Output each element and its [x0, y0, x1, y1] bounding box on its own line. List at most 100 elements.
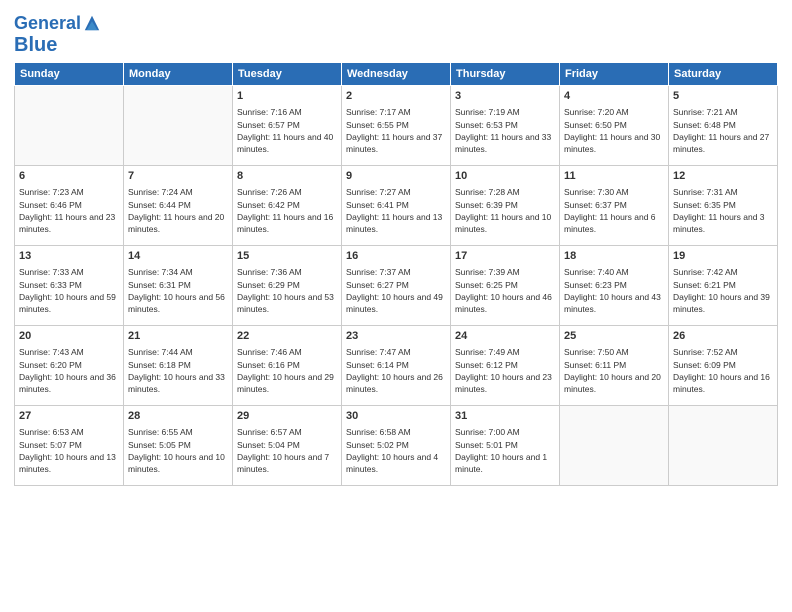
day-number: 4 [564, 89, 664, 104]
day-number: 26 [673, 329, 773, 344]
logo-text-blue: Blue [14, 34, 57, 56]
calendar-cell: 22 Sunrise: 7:46 AM Sunset: 6:16 PM Dayli… [233, 325, 342, 405]
calendar-cell: 26 Sunrise: 7:52 AM Sunset: 6:09 PM Dayli… [669, 325, 778, 405]
day-number: 20 [19, 329, 119, 344]
calendar-cell: 24 Sunrise: 7:49 AM Sunset: 6:12 PM Dayli… [451, 325, 560, 405]
page-container: General Blue SundayMondayTuesdayWednesda… [0, 0, 792, 492]
day-info: Sunrise: 7:20 AM Sunset: 6:50 PM Dayligh… [564, 106, 664, 155]
logo-icon [83, 14, 101, 32]
weekday-header-sunday: Sunday [15, 62, 124, 85]
day-info: Sunrise: 7:28 AM Sunset: 6:39 PM Dayligh… [455, 186, 555, 235]
calendar-cell: 17Sunrise: 7:39 AM Sunset: 6:25 PM Dayli… [451, 245, 560, 325]
weekday-header-row: SundayMondayTuesdayWednesdayThursdayFrid… [15, 62, 778, 85]
calendar-cell: 18 Sunrise: 7:40 AM Sunset: 6:23 PM Dayli… [560, 245, 669, 325]
calendar-cell [15, 85, 124, 165]
day-info: Sunrise: 7:30 AM Sunset: 6:37 PM Dayligh… [564, 186, 664, 235]
weekday-header-saturday: Saturday [669, 62, 778, 85]
day-info: Sunrise: 6:58 AM Sunset: 5:02 PM Dayligh… [346, 426, 446, 475]
day-info: Sunrise: 7:26 AM Sunset: 6:42 PM Dayligh… [237, 186, 337, 235]
page-header: General Blue [14, 10, 778, 56]
day-info: Sunrise: 7:39 AM Sunset: 6:25 PM Dayligh… [455, 266, 555, 315]
calendar-cell: 13 Sunrise: 7:33 AM Sunset: 6:33 PM Dayli… [15, 245, 124, 325]
calendar-cell: 29 Sunrise: 6:57 AM Sunset: 5:04 PM Dayli… [233, 405, 342, 485]
calendar-cell: 27 Sunrise: 6:53 AM Sunset: 5:07 PM Dayli… [15, 405, 124, 485]
calendar-cell: 31Sunrise: 7:00 AM Sunset: 5:01 PM Dayli… [451, 405, 560, 485]
day-number: 12 [673, 169, 773, 184]
calendar-cell: 23 Sunrise: 7:47 AM Sunset: 6:14 PM Dayli… [342, 325, 451, 405]
weekday-header-tuesday: Tuesday [233, 62, 342, 85]
weekday-header-friday: Friday [560, 62, 669, 85]
calendar-cell [124, 85, 233, 165]
calendar-cell: 30Sunrise: 6:58 AM Sunset: 5:02 PM Dayli… [342, 405, 451, 485]
calendar-cell: 8 Sunrise: 7:26 AM Sunset: 6:42 PM Daylig… [233, 165, 342, 245]
calendar-cell: 14 Sunrise: 7:34 AM Sunset: 6:31 PM Dayli… [124, 245, 233, 325]
day-number: 10 [455, 169, 555, 184]
day-info: Sunrise: 7:44 AM Sunset: 6:18 PM Dayligh… [128, 346, 228, 395]
day-number: 7 [128, 169, 228, 184]
day-number: 18 [564, 249, 664, 264]
day-number: 24 [455, 329, 555, 344]
calendar-cell: 21 Sunrise: 7:44 AM Sunset: 6:18 PM Dayli… [124, 325, 233, 405]
calendar-cell: 6Sunrise: 7:23 AM Sunset: 6:46 PM Daylig… [15, 165, 124, 245]
week-row-1: 1 Sunrise: 7:16 AM Sunset: 6:57 PM Daylig… [15, 85, 778, 165]
week-row-3: 13 Sunrise: 7:33 AM Sunset: 6:33 PM Dayli… [15, 245, 778, 325]
day-number: 14 [128, 249, 228, 264]
day-info: Sunrise: 7:40 AM Sunset: 6:23 PM Dayligh… [564, 266, 664, 315]
calendar-cell: 5 Sunrise: 7:21 AM Sunset: 6:48 PM Daylig… [669, 85, 778, 165]
day-info: Sunrise: 6:53 AM Sunset: 5:07 PM Dayligh… [19, 426, 119, 475]
calendar-cell: 2 Sunrise: 7:17 AM Sunset: 6:55 PM Daylig… [342, 85, 451, 165]
day-info: Sunrise: 7:31 AM Sunset: 6:35 PM Dayligh… [673, 186, 773, 235]
day-info: Sunrise: 7:49 AM Sunset: 6:12 PM Dayligh… [455, 346, 555, 395]
day-number: 27 [19, 409, 119, 424]
day-info: Sunrise: 7:50 AM Sunset: 6:11 PM Dayligh… [564, 346, 664, 395]
day-number: 2 [346, 89, 446, 104]
day-info: Sunrise: 7:23 AM Sunset: 6:46 PM Dayligh… [19, 186, 119, 235]
day-number: 28 [128, 409, 228, 424]
calendar-cell: 3Sunrise: 7:19 AM Sunset: 6:53 PM Daylig… [451, 85, 560, 165]
day-number: 22 [237, 329, 337, 344]
calendar-cell: 28 Sunrise: 6:55 AM Sunset: 5:05 PM Dayli… [124, 405, 233, 485]
day-number: 1 [237, 89, 337, 104]
day-info: Sunrise: 7:46 AM Sunset: 6:16 PM Dayligh… [237, 346, 337, 395]
calendar-cell: 25 Sunrise: 7:50 AM Sunset: 6:11 PM Dayli… [560, 325, 669, 405]
logo: General Blue [14, 14, 101, 56]
week-row-4: 20Sunrise: 7:43 AM Sunset: 6:20 PM Dayli… [15, 325, 778, 405]
day-number: 11 [564, 169, 664, 184]
day-number: 19 [673, 249, 773, 264]
calendar-cell: 4 Sunrise: 7:20 AM Sunset: 6:50 PM Daylig… [560, 85, 669, 165]
week-row-2: 6Sunrise: 7:23 AM Sunset: 6:46 PM Daylig… [15, 165, 778, 245]
calendar-cell: 16 Sunrise: 7:37 AM Sunset: 6:27 PM Dayli… [342, 245, 451, 325]
day-info: Sunrise: 7:24 AM Sunset: 6:44 PM Dayligh… [128, 186, 228, 235]
day-number: 25 [564, 329, 664, 344]
day-number: 29 [237, 409, 337, 424]
day-number: 16 [346, 249, 446, 264]
day-info: Sunrise: 7:21 AM Sunset: 6:48 PM Dayligh… [673, 106, 773, 155]
day-number: 5 [673, 89, 773, 104]
day-info: Sunrise: 7:17 AM Sunset: 6:55 PM Dayligh… [346, 106, 446, 155]
day-info: Sunrise: 7:47 AM Sunset: 6:14 PM Dayligh… [346, 346, 446, 395]
calendar-cell: 10 Sunrise: 7:28 AM Sunset: 6:39 PM Dayli… [451, 165, 560, 245]
day-number: 8 [237, 169, 337, 184]
calendar-cell: 15 Sunrise: 7:36 AM Sunset: 6:29 PM Dayli… [233, 245, 342, 325]
day-number: 13 [19, 249, 119, 264]
calendar-cell: 1 Sunrise: 7:16 AM Sunset: 6:57 PM Daylig… [233, 85, 342, 165]
logo-text: General [14, 14, 81, 34]
day-number: 15 [237, 249, 337, 264]
calendar-cell [560, 405, 669, 485]
day-info: Sunrise: 7:33 AM Sunset: 6:33 PM Dayligh… [19, 266, 119, 315]
day-info: Sunrise: 6:55 AM Sunset: 5:05 PM Dayligh… [128, 426, 228, 475]
calendar-cell: 11 Sunrise: 7:30 AM Sunset: 6:37 PM Dayli… [560, 165, 669, 245]
day-info: Sunrise: 7:16 AM Sunset: 6:57 PM Dayligh… [237, 106, 337, 155]
day-info: Sunrise: 7:36 AM Sunset: 6:29 PM Dayligh… [237, 266, 337, 315]
calendar-table: SundayMondayTuesdayWednesdayThursdayFrid… [14, 62, 778, 486]
calendar-cell: 7 Sunrise: 7:24 AM Sunset: 6:44 PM Daylig… [124, 165, 233, 245]
day-info: Sunrise: 7:42 AM Sunset: 6:21 PM Dayligh… [673, 266, 773, 315]
day-number: 21 [128, 329, 228, 344]
calendar-cell: 9Sunrise: 7:27 AM Sunset: 6:41 PM Daylig… [342, 165, 451, 245]
day-info: Sunrise: 7:37 AM Sunset: 6:27 PM Dayligh… [346, 266, 446, 315]
day-info: Sunrise: 6:57 AM Sunset: 5:04 PM Dayligh… [237, 426, 337, 475]
day-info: Sunrise: 7:34 AM Sunset: 6:31 PM Dayligh… [128, 266, 228, 315]
day-info: Sunrise: 7:52 AM Sunset: 6:09 PM Dayligh… [673, 346, 773, 395]
day-info: Sunrise: 7:00 AM Sunset: 5:01 PM Dayligh… [455, 426, 555, 475]
day-number: 23 [346, 329, 446, 344]
